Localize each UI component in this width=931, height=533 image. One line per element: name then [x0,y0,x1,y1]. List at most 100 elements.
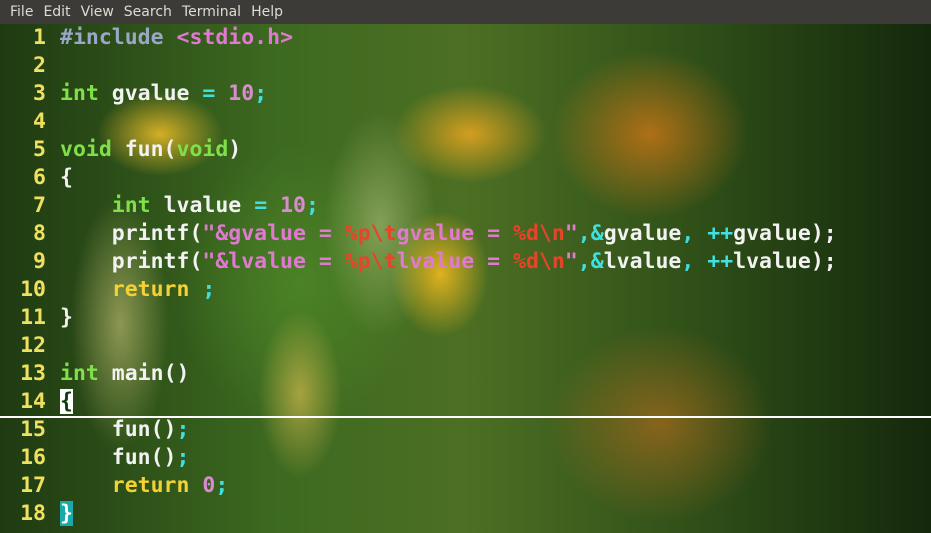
line-number: 7 [33,193,46,218]
code-token: gvalue); [733,221,837,246]
line-number: 13 [20,361,46,386]
code-token: ; [305,193,319,218]
code-token: 10 [267,193,306,218]
code-token: ++ [707,249,734,274]
code-token: lvalue [603,249,682,274]
line-number: 11 [20,305,46,330]
code-token: 0 [189,473,216,498]
line-text: } [60,304,73,332]
code-line[interactable]: 2 [0,52,931,80]
menu-terminal[interactable]: Terminal [178,0,245,24]
code-token: <stdio.h> [176,25,294,50]
line-text: int lvalue = 10; [60,192,319,220]
line-number: 6 [33,165,46,190]
code-line[interactable]: 16 fun(); [0,444,931,472]
code-line[interactable]: 5 void fun(void) [0,136,931,164]
code-line[interactable]: 8 printf("&gvalue = %p\tgvalue = %d\n",&… [0,220,931,248]
line-text: { [60,164,73,192]
code-line[interactable]: 10 return ; [0,276,931,304]
line-number: 5 [33,137,46,162]
code-token: lvalue [150,193,255,218]
code-token: & [590,221,604,246]
code-token: "&gvalue = [202,221,345,246]
menu-edit[interactable]: Edit [39,0,74,24]
line-number: 12 [20,333,46,358]
menu-view[interactable]: View [77,0,118,24]
code-token: printf( [60,249,203,274]
code-token: gvalue [98,81,203,106]
menu-file[interactable]: File [6,0,37,24]
code-token: void [60,137,112,162]
code-token: lvalue); [733,249,837,274]
cursor-line-highlight [0,416,931,418]
code-token: fun() [60,417,177,442]
code-token: return [111,277,190,302]
code-line[interactable]: 1 #include <stdio.h> [0,24,931,52]
code-token: , [577,249,591,274]
code-token: , [577,221,591,246]
line-text: int gvalue = 10; [60,80,267,108]
code-token: " [564,249,578,274]
line-text: printf("&gvalue = %p\tgvalue = %d\n",&gv… [60,220,837,248]
code-line[interactable]: 12 [0,332,931,360]
code-line[interactable]: 11} [0,304,931,332]
code-token: %p\t [344,221,397,246]
code-token: ; [215,473,229,498]
line-number: 16 [20,445,46,470]
line-number: 9 [33,249,46,274]
code-token: ; [254,81,268,106]
code-token: ; [189,277,216,302]
code-line[interactable]: 3 int gvalue = 10; [0,80,931,108]
code-token: & [590,249,604,274]
code-line[interactable]: 7 int lvalue = 10; [0,192,931,220]
code-token: 10 [215,81,255,106]
code-line[interactable]: 13 int main() [0,360,931,388]
line-number: 3 [33,81,46,106]
line-number: 1 [33,25,46,50]
code-token: gvalue [603,221,682,246]
line-text: fun(); [60,444,190,472]
code-token: ) [228,137,242,162]
code-line[interactable]: 15 fun(); [0,416,931,444]
code-token: lvalue = [396,249,514,274]
menu-search[interactable]: Search [120,0,176,24]
code-token: int [111,193,151,218]
code-token: main() [98,361,190,386]
code-token: } [60,305,73,330]
code-token: fun() [60,445,177,470]
code-editor[interactable]: 1 #include <stdio.h> 2 3 int gvalue = 10; 4 5 v… [0,24,931,528]
code-line[interactable]: 9 printf("&lvalue = %p\tlvalue = %d\n",&… [0,248,931,276]
code-line[interactable]: 17 return 0; [0,472,931,500]
menu-help[interactable]: Help [247,0,287,24]
line-number: 17 [20,473,46,498]
text-cursor: } [60,501,73,526]
code-token: ++ [707,221,734,246]
code-line[interactable]: 4 [0,108,931,136]
menubar: File Edit View Search Terminal Help [0,0,931,24]
code-line[interactable]: 18} [0,500,931,528]
line-text: printf("&lvalue = %p\tlvalue = %d\n",&lv… [60,248,837,276]
line-number: 4 [33,109,46,134]
line-text: } [60,500,73,528]
line-number: 14 [20,389,46,414]
code-token: ; [176,445,190,470]
code-token: , [681,221,708,246]
code-token: int [60,361,99,386]
line-number: 15 [20,417,46,442]
code-line[interactable]: 6{ [0,164,931,192]
code-token: fun( [111,137,177,162]
line-text: { [60,388,73,416]
line-text: return ; [60,276,216,304]
code-token: " [564,221,578,246]
code-token: ; [176,417,190,442]
code-token: gvalue = [396,221,514,246]
code-token: %d\n [513,249,565,274]
terminal-window[interactable]: 1 #include <stdio.h> 2 3 int gvalue = 10; 4 5 v… [0,24,931,533]
code-line[interactable]: 14 { [0,388,931,416]
line-text: void fun(void) [60,136,241,164]
code-token: return [111,473,190,498]
code-token: , [681,249,708,274]
